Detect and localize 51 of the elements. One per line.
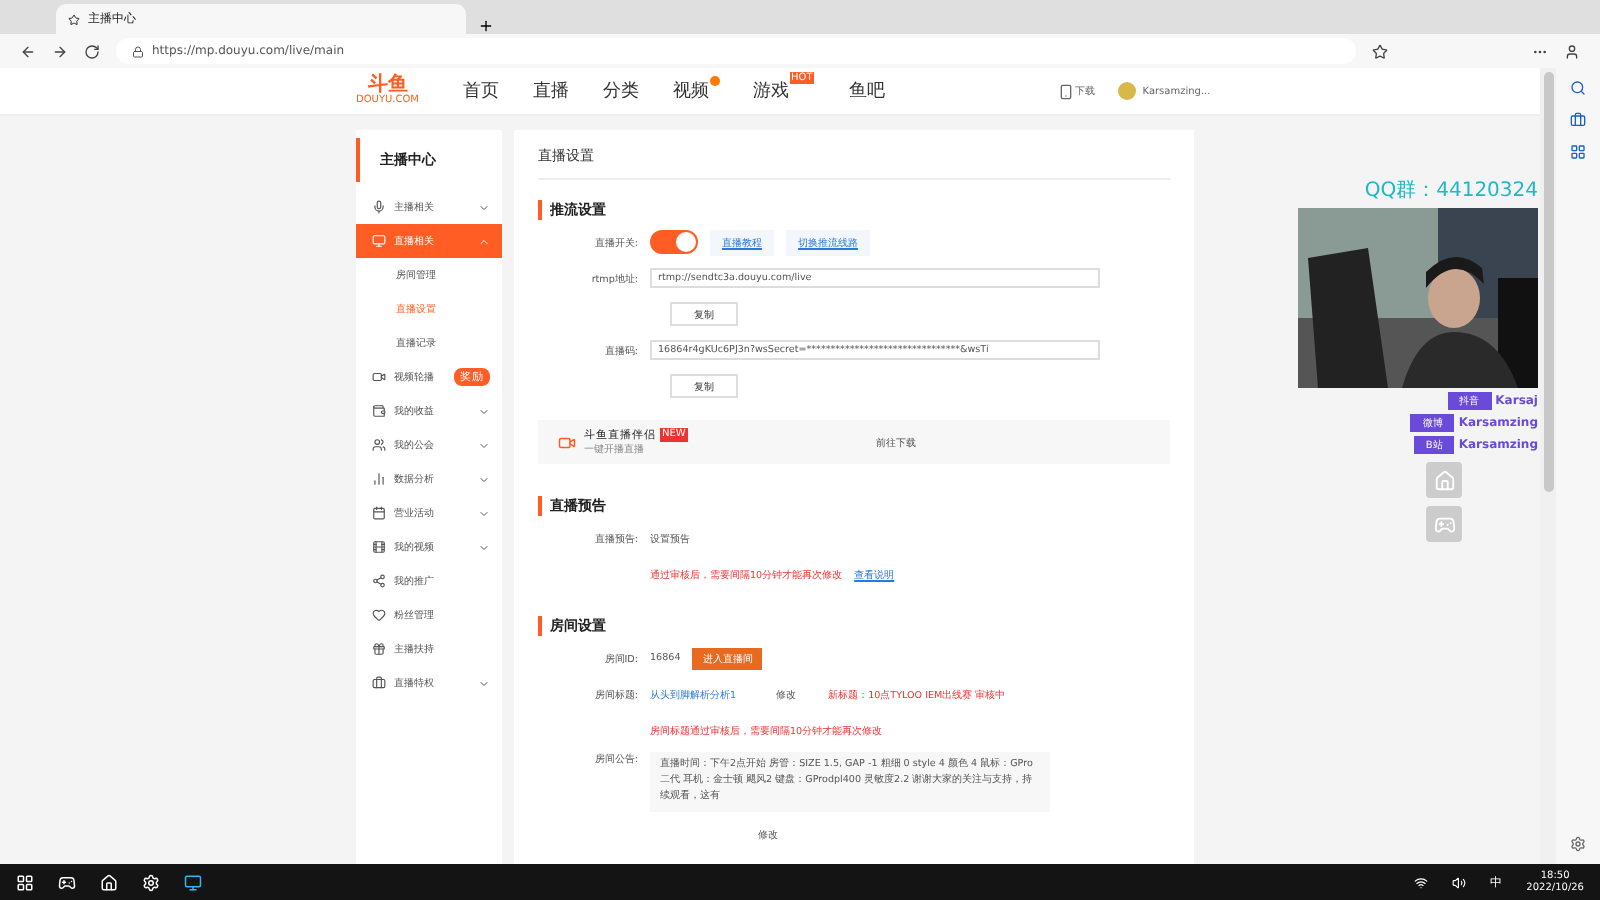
live-switch[interactable] <box>650 230 698 254</box>
menu-icon <box>372 370 386 384</box>
nav-link[interactable]: 视频 <box>673 78 733 104</box>
menu-icon <box>372 540 386 554</box>
gamepad-icon <box>1433 513 1455 535</box>
home-icon <box>1433 469 1455 491</box>
camera-icon <box>558 433 576 451</box>
chevron-icon <box>478 541 490 553</box>
chevron-icon <box>478 507 490 519</box>
profile-icon[interactable] <box>1564 43 1580 59</box>
chevron-icon <box>478 201 490 213</box>
chevron-icon <box>478 439 490 451</box>
menu-icon <box>372 506 386 520</box>
back-icon[interactable] <box>20 43 36 59</box>
network-icon[interactable] <box>1414 875 1429 889</box>
settings-icon[interactable] <box>1570 836 1586 852</box>
briefcase-icon[interactable] <box>1570 112 1586 128</box>
lock-icon <box>132 45 144 57</box>
nav-link[interactable]: 直播 <box>533 78 583 104</box>
search-icon[interactable] <box>1570 80 1586 96</box>
menu-icon <box>372 608 386 622</box>
chevron-icon <box>478 235 490 247</box>
nav-link[interactable]: 分类 <box>603 78 653 104</box>
volume-icon[interactable] <box>1452 875 1467 889</box>
browser-icon[interactable] <box>184 873 202 891</box>
qq-group-text: QQ群：44120324 <box>1364 178 1538 204</box>
menu-icon <box>372 676 386 690</box>
menu-icon <box>372 472 386 486</box>
menu-icon <box>372 642 386 656</box>
menu-icon <box>372 200 386 214</box>
start-icon[interactable] <box>16 873 34 891</box>
chevron-icon <box>478 405 490 417</box>
phone-icon[interactable] <box>1058 83 1075 99</box>
menu-icon <box>372 404 386 418</box>
scrollbar[interactable] <box>1543 72 1553 492</box>
chevron-icon <box>478 677 490 689</box>
favorite-icon[interactable] <box>1372 43 1388 59</box>
nav-link[interactable]: 首页 <box>463 78 513 104</box>
app-icon[interactable] <box>100 873 118 891</box>
menu-icon <box>372 438 386 452</box>
new-tab-icon[interactable] <box>478 18 494 34</box>
nav-link[interactable]: 鱼吧 <box>848 78 899 104</box>
forward-icon[interactable] <box>52 43 68 59</box>
app-icon[interactable] <box>142 873 160 891</box>
menu-icon <box>372 234 386 248</box>
app-icon[interactable] <box>58 873 76 891</box>
refresh-icon[interactable] <box>84 43 100 59</box>
grid-icon[interactable] <box>1570 144 1586 160</box>
chevron-icon <box>478 473 490 485</box>
site-icon <box>68 13 80 25</box>
menu-icon <box>372 574 386 588</box>
